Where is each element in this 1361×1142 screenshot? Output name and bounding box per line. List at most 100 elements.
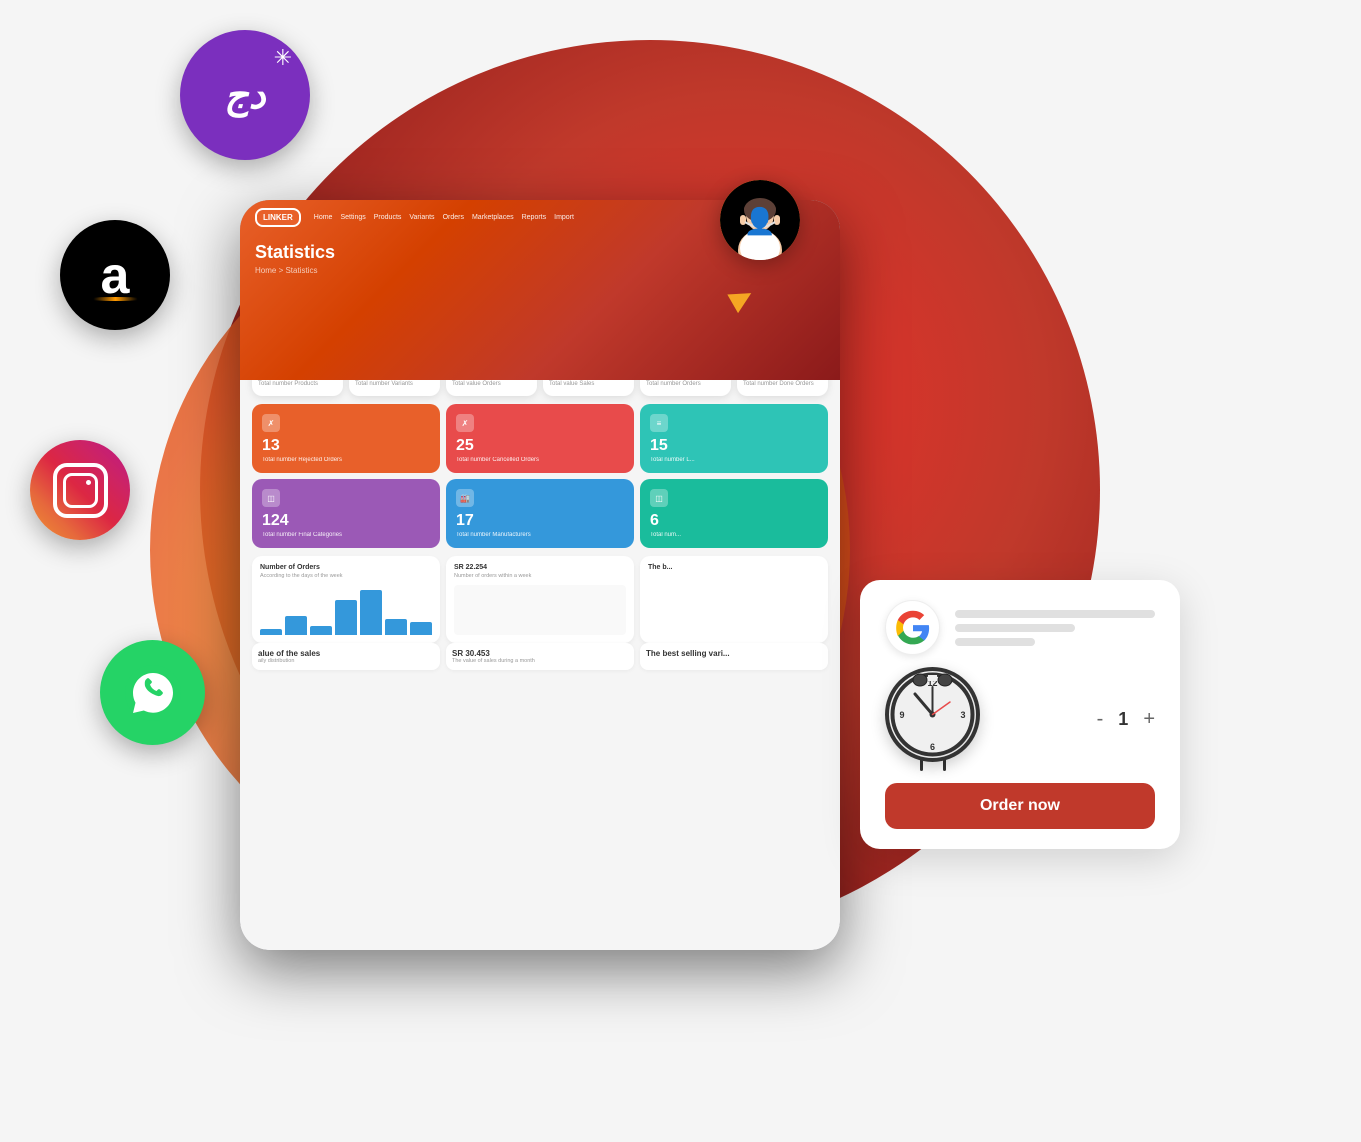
action-cards-row1: ✗ 13 Total number Rejected Orders ✗ 25 T…	[240, 396, 840, 473]
google-svg	[895, 610, 931, 646]
bottom-charts-row: alue of the sales aily distribution SR 3…	[240, 643, 840, 676]
sales-chart: SR 22.254 Number of orders within a week	[446, 556, 634, 643]
nav-orders[interactable]: Orders	[443, 214, 464, 221]
svg-text:9: 9	[899, 710, 904, 720]
sales-subtitle: Number of orders within a week	[454, 573, 626, 579]
qty-minus-button[interactable]: -	[1097, 708, 1104, 731]
sales-value: SR 22.254	[454, 564, 626, 571]
bottom-value-3: The best selling vari...	[646, 649, 822, 658]
amazon-smile	[88, 297, 143, 301]
clock-container: 12 3 6 9	[885, 667, 980, 771]
stat-orders-count-label: Total number Orders	[646, 381, 725, 388]
manufacturers-label: Total number Manufacturers	[456, 532, 624, 538]
bottom-chart-1: alue of the sales aily distribution	[252, 643, 440, 670]
line-2	[955, 624, 1075, 632]
nav-import[interactable]: Import	[554, 214, 574, 221]
bar-2	[285, 616, 307, 635]
bottom-chart-2: SR 30.453 The value of sales during a mo…	[446, 643, 634, 670]
stat-orders-count: 📋 765 Total number Orders	[640, 380, 731, 396]
orders-chart-subtitle: According to the days of the week	[260, 573, 432, 579]
line-1	[955, 610, 1155, 618]
order-card: 12 3 6 9	[860, 580, 1180, 849]
sixth-label: Total num...	[650, 532, 818, 538]
third-number: 15	[650, 437, 818, 455]
svg-text:3: 3	[960, 710, 965, 720]
bar-3	[310, 626, 332, 636]
instagram-icon	[30, 440, 130, 540]
user-avatar-svg: 👤	[720, 180, 800, 260]
cancelled-label: Total number Cancelled Orders	[456, 457, 624, 463]
tablet-inner: LINKER Home Settings Products Variants O…	[240, 200, 840, 950]
jazeel-star-icon: ✳	[274, 45, 292, 71]
svg-text:6: 6	[930, 742, 935, 752]
best-chart: The b...	[640, 556, 828, 643]
bar-7	[410, 622, 432, 635]
nav-products[interactable]: Products	[374, 214, 402, 221]
stat-orders-value: 📊 13.255 Total value Orders	[446, 380, 537, 396]
quantity-value: 1	[1118, 709, 1128, 730]
instagram-inner	[63, 473, 98, 508]
cancelled-icon: ✗	[456, 414, 474, 432]
order-card-top	[885, 600, 1155, 655]
user-avatar: 👤	[720, 180, 800, 260]
line-3	[955, 638, 1035, 646]
stat-products-label: Total number Products	[258, 381, 337, 388]
instagram-dot	[86, 480, 91, 485]
bar-4	[335, 600, 357, 635]
rejected-number: 13	[262, 437, 430, 455]
nav-home[interactable]: Home	[314, 214, 333, 221]
stat-sales-label: Total value Sales	[549, 381, 628, 388]
manufacturers-icon: 🏭	[456, 489, 474, 507]
breadcrumb: Home > Statistics	[255, 266, 825, 275]
quantity-controls: - 1 +	[1097, 708, 1155, 731]
sixth-icon: ◫	[650, 489, 668, 507]
stat-variants: ◫ 32 Total number Variants	[349, 380, 440, 396]
whatsapp-svg	[123, 663, 183, 723]
rejected-icon: ✗	[262, 414, 280, 432]
third-card: ≡ 15 Total number L...	[640, 404, 828, 473]
svg-text:👤: 👤	[744, 206, 776, 236]
rejected-orders-card: ✗ 13 Total number Rejected Orders	[252, 404, 440, 473]
stat-done-label: Total number Done Orders	[743, 381, 822, 388]
stat-orders-value-label: Total value Orders	[452, 381, 531, 388]
action-cards-row2: ◫ 124 Total number Final Categories 🏭 17…	[240, 473, 840, 548]
bottom-label-1: aily distribution	[258, 658, 434, 664]
sales-chart-area	[454, 585, 626, 635]
nav-reports[interactable]: Reports	[522, 214, 547, 221]
stats-row: ≡ 45 Total number Products ◫ 32 Total nu…	[240, 380, 840, 396]
categories-label: Total number Final Categories	[262, 532, 430, 538]
nav-settings[interactable]: Settings	[340, 214, 365, 221]
clock-svg: 12 3 6 9	[890, 672, 975, 757]
stat-done-orders: ✓ 240 Total number Done Orders	[737, 380, 828, 396]
amazon-icon: a	[60, 220, 170, 330]
rejected-label: Total number Rejected Orders	[262, 457, 430, 463]
categories-icon: ◫	[262, 489, 280, 507]
best-title: The b...	[648, 564, 820, 571]
categories-number: 124	[262, 512, 430, 530]
manufacturers-number: 17	[456, 512, 624, 530]
nav-variants[interactable]: Variants	[409, 214, 434, 221]
nav-logo: LINKER	[255, 208, 301, 227]
bar-1	[260, 629, 282, 635]
manufacturers-card: 🏭 17 Total number Manufacturers	[446, 479, 634, 548]
categories-card: ◫ 124 Total number Final Categories	[252, 479, 440, 548]
orders-chart-title: Number of Orders	[260, 564, 432, 571]
amazon-letter: a	[101, 250, 130, 302]
nav-marketplaces[interactable]: Marketplaces	[472, 214, 514, 221]
stat-products: ≡ 45 Total number Products	[252, 380, 343, 396]
clock-face: 12 3 6 9	[885, 667, 980, 762]
google-icon	[885, 600, 940, 655]
charts-section: Number of Orders According to the days o…	[240, 548, 840, 643]
qty-plus-button[interactable]: +	[1143, 708, 1155, 731]
sixth-card: ◫ 6 Total num...	[640, 479, 828, 548]
order-now-button[interactable]: Order now	[885, 783, 1155, 829]
tablet-content: ≡ 45 Total number Products ◫ 32 Total nu…	[240, 380, 840, 950]
instagram-frame	[53, 463, 108, 518]
jazeel-icon: دج ✳	[180, 30, 310, 160]
bar-chart	[260, 585, 432, 635]
bottom-label-2: The value of sales during a month	[452, 658, 628, 664]
order-card-lines	[955, 610, 1155, 646]
bottom-chart-3: The best selling vari...	[640, 643, 828, 670]
clock-section: 12 3 6 9	[885, 667, 1155, 771]
stat-sales: 💹 47.457 Total value Sales	[543, 380, 634, 396]
